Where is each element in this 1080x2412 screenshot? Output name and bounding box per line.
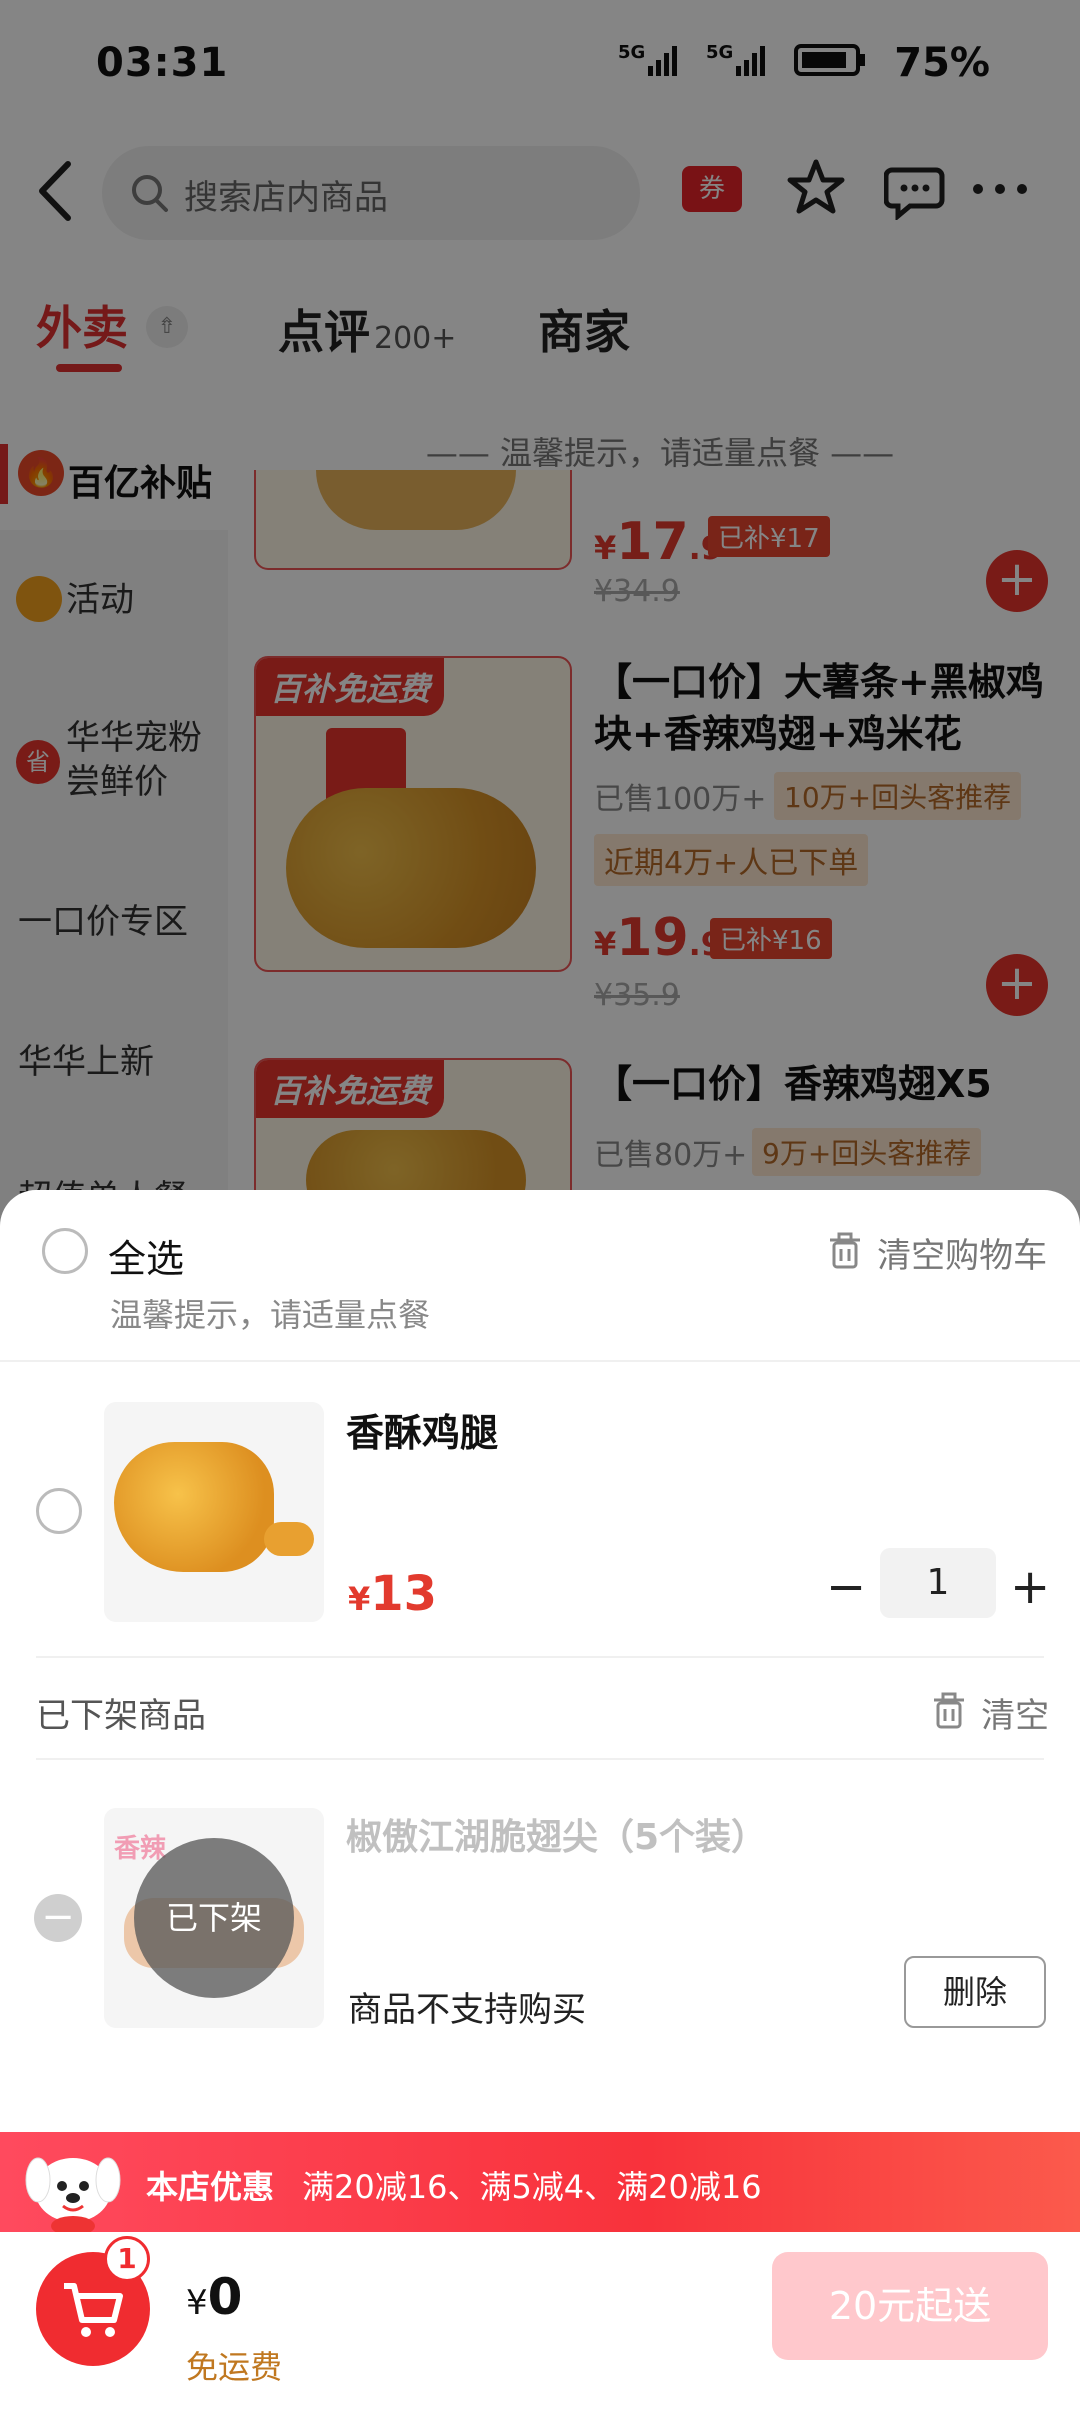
promo-label: 本店优惠	[146, 2168, 275, 2206]
overlay-mask[interactable]	[0, 0, 1080, 1200]
item-name: 香酥鸡腿	[346, 1411, 499, 1455]
cart-count-badge: 1	[104, 2236, 150, 2282]
decrease-button[interactable]: −	[826, 1552, 866, 1622]
item-price-value: 13	[370, 1566, 438, 1622]
item-checkbox[interactable]	[36, 1488, 82, 1534]
removed-item-name: 椒傲江湖脆翅尖（5个装）	[346, 1817, 768, 1858]
total-value: 0	[207, 2268, 243, 2326]
divider	[36, 1656, 1044, 1658]
item-price: ¥13	[348, 1566, 437, 1622]
divider	[0, 1360, 1080, 1362]
cart-total: ¥0	[186, 2268, 242, 2326]
chicken-leg-image	[114, 1442, 274, 1572]
removed-overlay: 已下架	[134, 1838, 294, 1998]
delete-button[interactable]: 删除	[904, 1956, 1046, 2028]
select-all-label[interactable]: 全选	[108, 1228, 184, 1283]
trash-icon	[826, 1231, 864, 1275]
promo-text: 满20减16、满5减4、满20减16	[302, 2168, 762, 2206]
removed-section-title: 已下架商品	[36, 1696, 206, 1736]
item-currency: ¥	[348, 1580, 371, 1618]
removed-item-image: 香辣 已下架	[104, 1808, 324, 2028]
quantity-display[interactable]: 1	[880, 1548, 996, 1618]
removed-item-note: 商品不支持购买	[348, 1990, 586, 2030]
clear-removed-button[interactable]: 清空	[930, 1688, 1049, 1737]
delivery-fee: 免运费	[186, 2348, 283, 2386]
cart-bar: 1 ¥0 免运费 20元起送	[0, 2232, 1080, 2412]
min-order-button[interactable]: 20元起送	[772, 2252, 1048, 2360]
trash-icon	[930, 1691, 968, 1735]
item-image[interactable]	[104, 1402, 324, 1622]
cart-notice: 温馨提示，请适量点餐	[110, 1296, 431, 1334]
clear-removed-label: 清空	[981, 1696, 1050, 1736]
divider	[36, 1758, 1044, 1760]
increase-button[interactable]: +	[1010, 1552, 1050, 1622]
total-currency: ¥	[186, 2283, 208, 2323]
clear-cart-label: 清空购物车	[877, 1236, 1048, 1276]
cart-icon	[60, 2280, 126, 2344]
mascot-dog-icon	[18, 2140, 128, 2236]
select-all-checkbox[interactable]	[42, 1228, 88, 1274]
promo-bar: 本店优惠 满20减16、满5减4、满20减16	[0, 2132, 1080, 2236]
clear-cart-button[interactable]: 清空购物车	[826, 1228, 1047, 1277]
disabled-checkbox: −	[34, 1894, 82, 1942]
chicken-leg-bone	[264, 1522, 314, 1556]
